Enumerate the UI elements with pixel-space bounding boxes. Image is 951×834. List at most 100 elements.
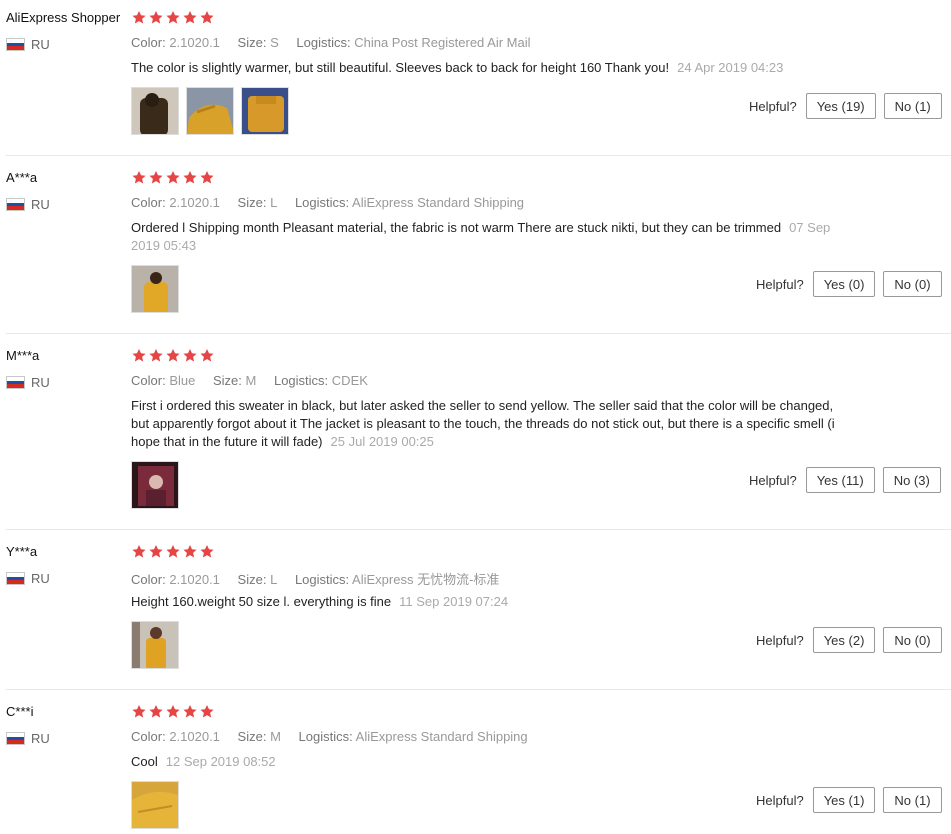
- review-body: First i ordered this sweater in black, b…: [131, 398, 835, 449]
- star-icon: [149, 704, 163, 718]
- size-value: S: [270, 35, 279, 50]
- review-photo[interactable]: [186, 87, 234, 135]
- color-value: Blue: [169, 373, 196, 388]
- color-label: Color:: [131, 35, 166, 50]
- star-icon: [183, 704, 197, 718]
- star-icon: [183, 170, 197, 184]
- star-icon: [166, 10, 180, 24]
- review-body: Cool: [131, 754, 158, 769]
- helpful-yes-button[interactable]: Yes (1): [812, 787, 876, 813]
- russia-flag-icon: [6, 732, 25, 745]
- helpful-label: Helpful?: [756, 632, 804, 648]
- logistics-label: Logistics:: [294, 195, 350, 210]
- reviewer-name: A***a: [6, 170, 38, 185]
- reviewer-name: Y***a: [6, 544, 38, 559]
- review-date: 12 Sep 2019 08:52: [165, 754, 276, 769]
- reviewer-country: RU: [6, 571, 50, 586]
- reviewer-country: RU: [6, 197, 50, 212]
- review-divider: [6, 689, 951, 690]
- reviewer-country: RU: [6, 37, 50, 52]
- size-label: Size:: [237, 35, 267, 50]
- reviewer-name: C***i: [6, 704, 34, 719]
- review-divider: [6, 155, 951, 156]
- review-text: Ordered l Shipping month Pleasant materi…: [131, 219, 846, 255]
- star-icon: [149, 348, 163, 362]
- review-photo[interactable]: [131, 461, 179, 509]
- star-icon: [132, 10, 146, 24]
- star-icon: [132, 170, 146, 184]
- reviewer-name: AliExpress Shopper: [6, 10, 121, 25]
- size-label: Size:: [212, 373, 242, 388]
- rating-stars: [131, 10, 215, 25]
- logistics-label: Logistics:: [294, 572, 350, 587]
- helpful-label: Helpful?: [749, 472, 797, 488]
- color-value: 2.1020.1: [169, 35, 220, 50]
- logistics-label: Logistics:: [298, 729, 353, 744]
- star-icon: [149, 544, 163, 558]
- helpful-section: Helpful? Yes (11) No (3): [749, 467, 941, 493]
- helpful-no-button[interactable]: No (0): [883, 627, 942, 653]
- logistics-label: Logistics:: [296, 35, 351, 50]
- review-photo[interactable]: [131, 87, 179, 135]
- color-label: Color:: [131, 729, 166, 744]
- size-value: L: [270, 572, 278, 587]
- logistics-value: China Post Registered Air Mail: [354, 35, 531, 50]
- country-code: RU: [31, 197, 50, 212]
- review-attributes: Color: 2.1020.1 Size: L Logistics: AliEx…: [131, 569, 499, 588]
- reviewer-country: RU: [6, 731, 50, 746]
- color-label: Color:: [131, 572, 166, 587]
- star-icon: [200, 348, 214, 362]
- size-value: L: [270, 195, 278, 210]
- review-body: Height 160.weight 50 size l. everything …: [131, 594, 392, 609]
- country-code: RU: [31, 375, 50, 390]
- helpful-yes-button[interactable]: Yes (11): [805, 467, 875, 493]
- size-label: Size:: [237, 195, 267, 210]
- helpful-label: Helpful?: [756, 276, 804, 292]
- star-icon: [183, 10, 197, 24]
- helpful-yes-button[interactable]: Yes (0): [812, 271, 876, 297]
- review-photos: [131, 781, 179, 829]
- star-icon: [149, 170, 163, 184]
- review-photo[interactable]: [241, 87, 289, 135]
- star-icon: [200, 10, 214, 24]
- helpful-section: Helpful? Yes (19) No (1): [749, 93, 942, 119]
- review-attributes: Color: 2.1020.1 Size: S Logistics: China…: [131, 35, 531, 50]
- color-value: 2.1020.1: [169, 572, 220, 587]
- star-icon: [166, 170, 180, 184]
- review-photo[interactable]: [131, 781, 179, 829]
- helpful-no-button[interactable]: No (1): [883, 787, 942, 813]
- logistics-value: CDEK: [331, 373, 368, 388]
- star-icon: [166, 544, 180, 558]
- rating-stars: [131, 704, 215, 719]
- size-label: Size:: [237, 729, 267, 744]
- russia-flag-icon: [6, 198, 25, 211]
- helpful-label: Helpful?: [756, 792, 804, 808]
- review-photo[interactable]: [131, 621, 179, 669]
- size-value: M: [245, 373, 257, 388]
- size-label: Size:: [237, 572, 267, 587]
- star-icon: [183, 544, 197, 558]
- reviewer-country: RU: [6, 375, 50, 390]
- review-attributes: Color: Blue Size: M Logistics: CDEK: [131, 373, 368, 388]
- color-value: 2.1020.1: [169, 195, 220, 210]
- review-date: 25 Jul 2019 00:25: [330, 434, 434, 449]
- helpful-yes-button[interactable]: Yes (19): [805, 93, 876, 119]
- star-icon: [132, 704, 146, 718]
- review-attributes: Color: 2.1020.1 Size: L Logistics: AliEx…: [131, 195, 524, 210]
- review-date: 11 Sep 2019 07:24: [399, 594, 509, 609]
- review-photo[interactable]: [131, 265, 179, 313]
- helpful-no-button[interactable]: No (1): [883, 93, 942, 119]
- star-icon: [132, 348, 146, 362]
- review-body: The color is slightly warmer, but still …: [131, 60, 670, 75]
- star-icon: [183, 348, 197, 362]
- helpful-no-button[interactable]: No (3): [882, 467, 941, 493]
- helpful-no-button[interactable]: No (0): [883, 271, 942, 297]
- review-text: Cool 12 Sep 2019 08:52: [131, 753, 846, 771]
- review-photos: [131, 265, 179, 313]
- rating-stars: [131, 544, 215, 559]
- russia-flag-icon: [6, 38, 25, 51]
- helpful-section: Helpful? Yes (1) No (1): [756, 787, 942, 813]
- helpful-yes-button[interactable]: Yes (2): [812, 627, 876, 653]
- review-divider: [6, 333, 951, 334]
- color-label: Color:: [131, 373, 166, 388]
